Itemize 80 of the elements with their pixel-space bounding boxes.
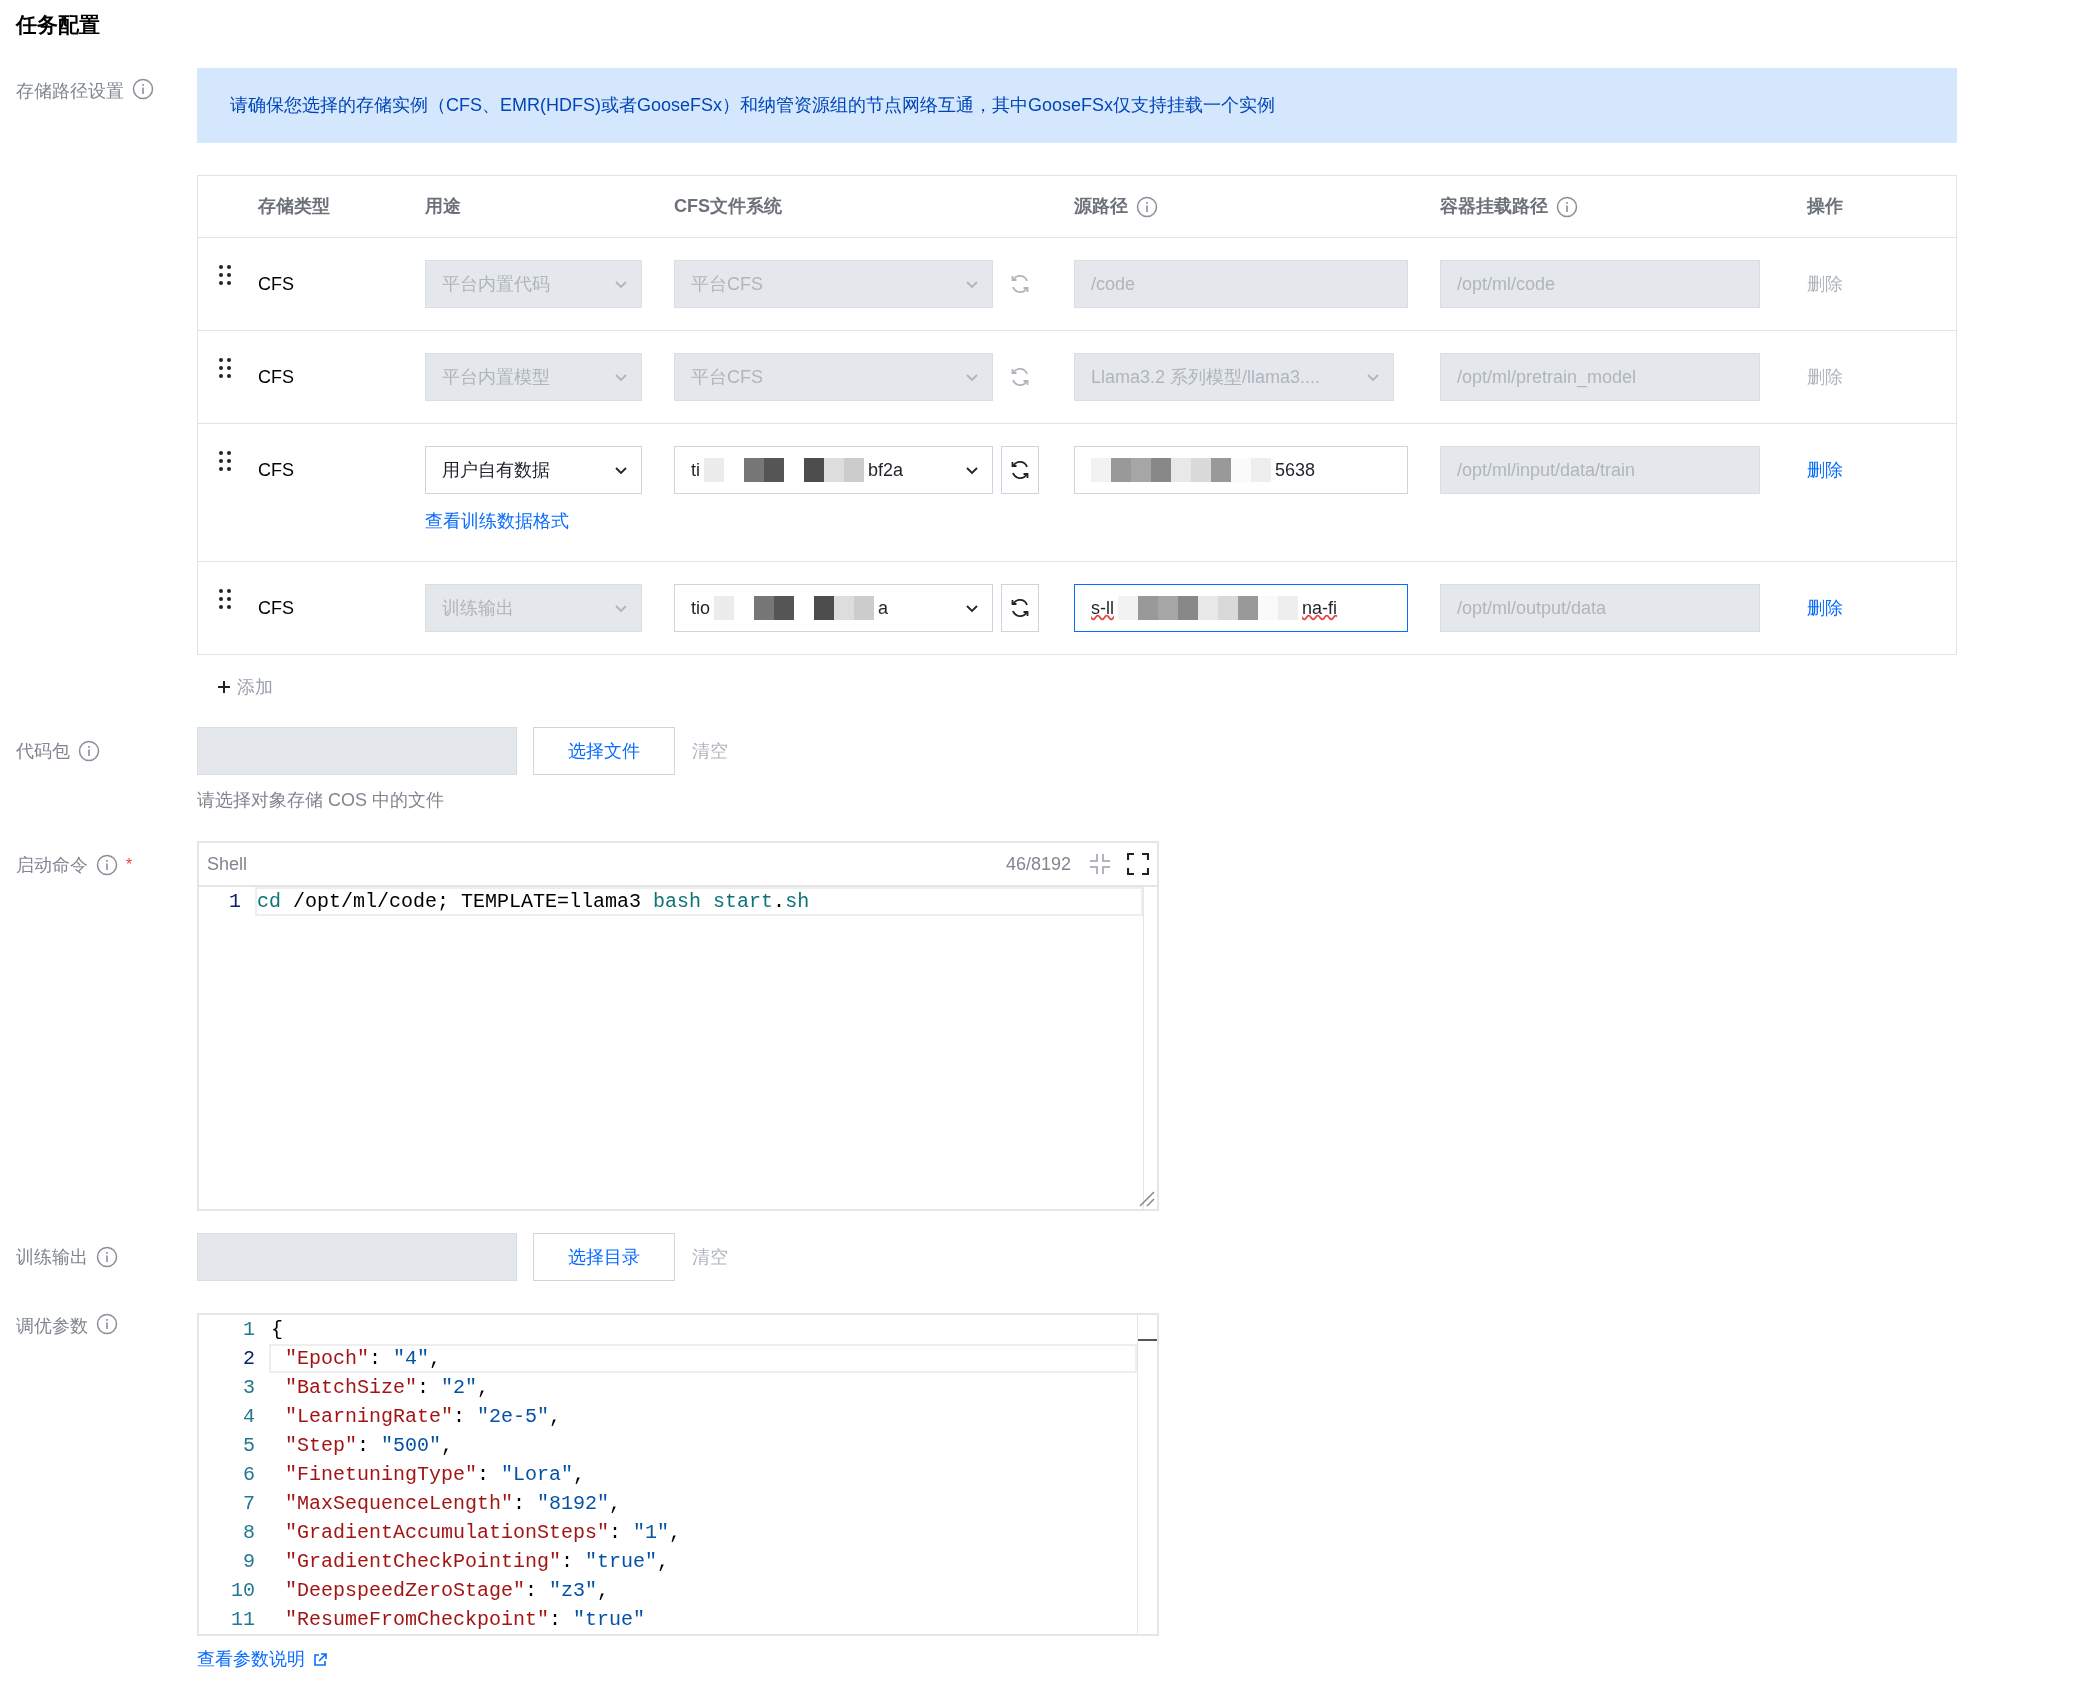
info-icon	[78, 740, 100, 762]
usage-select[interactable]: 用户自有数据	[425, 446, 642, 494]
line-number: 8	[242, 1519, 255, 1546]
field-label: 存储路径设置	[16, 80, 124, 103]
delete-link[interactable]: 删除	[1807, 594, 1843, 622]
column-header: 用途	[425, 195, 461, 218]
path-field[interactable]	[197, 727, 517, 775]
field-label: 代码包	[16, 739, 70, 763]
code-editor[interactable]	[197, 1313, 1159, 1636]
code-line: {	[270, 1316, 284, 1343]
storage-type: CFS	[258, 365, 294, 389]
drag-handle-icon[interactable]	[218, 588, 232, 610]
notice-banner: 请确保您选择的存储实例（CFS、EMR(HDFS)或者GooseFSx）和纳管资源组的节点网络互通，其中GooseFSx仅支持挂载一个实例	[197, 68, 1957, 143]
code-line: "MaxSequenceLength": "8192",	[284, 1490, 623, 1517]
line-number: 6	[242, 1461, 255, 1488]
data-format-link[interactable]: 查看训练数据格式	[425, 508, 674, 535]
code-line: "GradientAccumulationSteps": "1",	[284, 1519, 683, 1546]
source-field[interactable]: s-ll na-fi	[1074, 584, 1408, 632]
storage-type: CFS	[258, 596, 294, 620]
line-number: 9	[242, 1548, 255, 1575]
choose-file-button[interactable]: 选择文件	[533, 727, 675, 775]
drag-handle-icon[interactable]	[218, 357, 232, 379]
required-mark: *	[126, 855, 133, 875]
choose-folder-button[interactable]: 选择目录	[533, 1233, 675, 1281]
line-number: 7	[242, 1490, 255, 1517]
drag-handle-icon[interactable]	[218, 264, 232, 286]
field-label: 调优参数	[16, 1315, 88, 1338]
delete-link[interactable]: 删除	[1807, 456, 1843, 484]
field-label: 启动命令	[16, 853, 88, 877]
field-label: 训练输出	[16, 1245, 88, 1269]
scrollbar-thumb[interactable]	[1138, 1339, 1157, 1341]
char-count: 46/8192	[1005, 852, 1071, 876]
line-number: 5	[242, 1432, 255, 1459]
code-line: "FinetuningType": "Lora",	[284, 1461, 587, 1488]
code-line: "LearningRate": "2e-5",	[284, 1403, 563, 1430]
clear-button[interactable]: 清空	[692, 737, 728, 765]
source-field[interactable]: 5638	[1074, 446, 1408, 494]
column-header: 存储类型	[258, 195, 330, 218]
param-docs-link[interactable]: 查看参数说明	[197, 1646, 305, 1673]
line-number: 4	[242, 1403, 255, 1430]
refresh-button[interactable]	[1001, 584, 1039, 632]
drag-handle-icon[interactable]	[218, 450, 232, 472]
language-label: Shell	[207, 852, 249, 876]
path-field[interactable]	[197, 1233, 517, 1281]
code-editor[interactable]: Shell 46/8192 1 cd /opt/ml/code; TEMPLATE=llama3 bash start.sh	[197, 841, 1159, 1211]
info-icon	[96, 1246, 118, 1268]
add-button[interactable]: 添加	[217, 675, 273, 699]
info-icon	[96, 854, 118, 876]
info-icon	[132, 78, 154, 100]
column-header: 容器挂载路径	[1440, 195, 1548, 218]
code-line: "DeepspeedZeroStage": "z3",	[284, 1577, 611, 1604]
storage-type: CFS	[258, 272, 294, 296]
code-line: "ResumeFromCheckpoint": "true"	[284, 1606, 647, 1633]
section-title: 任务配置	[16, 12, 101, 38]
line-number: 1	[228, 888, 241, 915]
refresh-button[interactable]	[1001, 446, 1039, 494]
line-number: 1	[242, 1316, 255, 1343]
line-number: 3	[242, 1374, 255, 1401]
column-header: 操作	[1807, 195, 1843, 218]
column-header: CFS文件系统	[674, 195, 782, 218]
external-link-icon	[313, 1652, 327, 1667]
filesystem-select[interactable]: tio a	[674, 584, 993, 632]
fullscreen-icon	[1127, 853, 1149, 875]
line-number: 10	[230, 1577, 255, 1604]
column-header: 源路径	[1074, 195, 1128, 218]
info-icon	[1136, 195, 1158, 218]
code-line: "BatchSize": "2",	[284, 1374, 491, 1401]
storage-type: CFS	[258, 458, 294, 482]
hint-text: 请选择对象存储 COS 中的文件	[197, 789, 445, 812]
collapse-icon	[1089, 853, 1111, 875]
info-icon	[1556, 195, 1578, 218]
line-number: 11	[230, 1606, 255, 1633]
resize-handle-icon	[1137, 1189, 1155, 1207]
info-icon	[96, 1313, 118, 1335]
code-line: "Step": "500",	[284, 1432, 455, 1459]
clear-button[interactable]: 清空	[692, 1243, 728, 1271]
code-line: "GradientCheckPointing": "true",	[284, 1548, 671, 1575]
plus-icon	[217, 680, 231, 694]
filesystem-select[interactable]: ti bf2a	[674, 446, 993, 494]
line-number: 2	[242, 1345, 255, 1372]
